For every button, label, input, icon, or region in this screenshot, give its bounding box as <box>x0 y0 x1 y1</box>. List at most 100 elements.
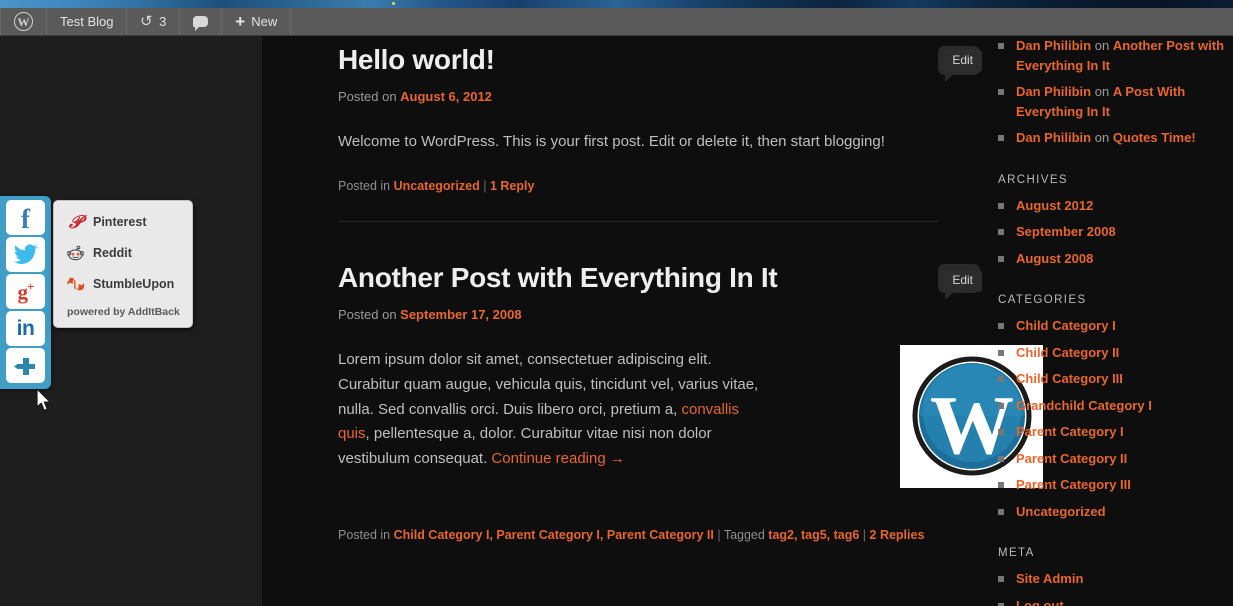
widget-title-meta: Meta <box>998 547 1035 559</box>
comment-post-link[interactable]: Quotes Time! <box>1113 130 1196 145</box>
post-meta: Posted in Uncategorized | 1 Reply Edit <box>338 50 982 193</box>
list-item: September 2008 <box>998 222 1233 242</box>
post-date-link[interactable]: August 6, 2012 <box>400 89 492 104</box>
post-title[interactable]: Hello world! <box>338 36 938 76</box>
wp-admin-bar: W Test Blog ↻ 3 + New <box>0 8 1233 36</box>
sidebar: Dan Philibin on Another Post with Everyt… <box>998 36 1233 606</box>
list-item: Parent Category I <box>998 422 1233 442</box>
category-link[interactable]: Uncategorized <box>394 179 480 193</box>
archive-link[interactable]: August 2008 <box>1016 251 1093 266</box>
category-link[interactable]: Grandchild Category I <box>1016 398 1152 413</box>
edit-post-button[interactable]: Edit <box>943 50 982 72</box>
widget-meta: Meta Site Admin Log out Entries RSS Comm… <box>998 547 1233 606</box>
googleplus-icon: g+ <box>17 279 35 304</box>
category-link[interactable]: Uncategorized <box>1016 504 1106 519</box>
comment-on-label: on <box>1091 130 1113 145</box>
post-date-link[interactable]: September 17, 2008 <box>400 307 521 322</box>
category-link[interactable]: Child Category I <box>1016 318 1116 333</box>
category-link[interactable]: Parent Category III <box>1016 477 1131 492</box>
tagged-label: Tagged <box>723 527 769 542</box>
replies-link[interactable]: 2 Replies <box>870 528 925 542</box>
continue-reading-link[interactable]: Continue reading → <box>491 450 624 467</box>
post-excerpt: Lorem ipsum dolor sit amet, consectetuer… <box>338 348 768 472</box>
flyout-item-reddit[interactable]: Reddit <box>67 244 182 261</box>
replies-link[interactable]: 1 Reply <box>490 179 534 193</box>
comment-on-label: on <box>1091 84 1113 99</box>
flyout-item-stumbleupon[interactable]: StumbleUpon <box>67 275 182 292</box>
share-googleplus-button[interactable]: g+ <box>6 274 45 309</box>
admin-bar-comments[interactable] <box>180 8 223 35</box>
widget-title-categories: Categories <box>998 294 1087 306</box>
posted-in-label: Posted in <box>338 527 394 542</box>
list-item: August 2008 <box>998 249 1233 269</box>
share-twitter-button[interactable] <box>6 237 45 272</box>
categories-list: Child Category I Child Category II Child… <box>998 316 1233 521</box>
tag-link[interactable]: tag2 <box>768 528 794 542</box>
post-another-post: 2 Another Post with Everything In It Pos… <box>338 254 1042 542</box>
page-root: W Test Blog ↻ 3 + New 1 <box>0 0 1233 606</box>
category-link[interactable]: Parent Category II <box>1016 451 1127 466</box>
social-share-rail: f g+ in <box>0 196 51 389</box>
admin-bar-new-content[interactable]: + New <box>222 8 292 35</box>
list-item: Parent Category III <box>998 475 1233 495</box>
post-title[interactable]: Another Post with Everything In It <box>338 254 938 294</box>
page-body: 1 Hello world! Posted on August 6, 2012 … <box>0 36 1233 606</box>
share-linkedin-button[interactable]: in <box>6 311 45 346</box>
list-item: Uncategorized <box>998 502 1233 522</box>
category-link[interactable]: Child Category II <box>1016 345 1119 360</box>
recent-comments-list: Dan Philibin on Another Post with Everyt… <box>998 36 1233 148</box>
comment-on-label: on <box>1091 38 1113 53</box>
updates-count-label: 3 <box>159 14 167 29</box>
list-item: Log out <box>998 596 1233 606</box>
reddit-icon <box>67 244 84 261</box>
post-hello-world: 1 Hello world! Posted on August 6, 2012 … <box>338 36 982 222</box>
wordpress-logo-icon: W <box>14 12 33 31</box>
archive-link[interactable]: August 2012 <box>1016 198 1093 213</box>
linkedin-icon: in <box>16 317 35 340</box>
mouse-cursor <box>36 388 51 411</box>
stumbleupon-icon <box>67 275 84 292</box>
list-item: Dan Philibin on Another Post with Everyt… <box>998 36 1233 75</box>
archive-link[interactable]: September 2008 <box>1016 224 1116 239</box>
category-link[interactable]: Parent Category I <box>496 528 600 542</box>
twitter-icon <box>13 244 38 264</box>
post-divider <box>338 220 938 222</box>
comment-author-link[interactable]: Dan Philibin <box>1016 130 1091 145</box>
tag-link[interactable]: tag6 <box>834 528 860 542</box>
widget-title-archives: Archives <box>998 173 1068 186</box>
pinterest-icon: 𝒫 <box>69 211 82 232</box>
admin-bar-updates[interactable]: ↻ 3 <box>127 8 181 35</box>
comment-bubble-icon <box>193 16 209 31</box>
category-link[interactable]: Child Category III <box>1016 371 1123 386</box>
new-content-label: New <box>251 14 278 29</box>
flyout-item-pinterest[interactable]: 𝒫 Pinterest <box>67 211 182 232</box>
edit-post-button[interactable]: Edit <box>943 269 982 292</box>
header-image-speck <box>392 2 395 5</box>
list-item: Child Category III <box>998 369 1233 389</box>
share-facebook-button[interactable]: f <box>6 200 45 235</box>
comment-author-link[interactable]: Dan Philibin <box>1016 84 1091 99</box>
category-link[interactable]: Parent Category I <box>1016 424 1124 439</box>
category-link[interactable]: Parent Category II <box>607 528 714 542</box>
post-excerpt: Welcome to WordPress. This is your first… <box>338 133 885 151</box>
share-more-flyout: 𝒫 Pinterest Reddit StumbleUpon powered b… <box>53 200 193 328</box>
log-out-link[interactable]: Log out <box>1016 598 1064 606</box>
posted-on-label: Posted on <box>338 307 401 323</box>
post-meta: Posted in Child Category I, Parent Categ… <box>338 269 982 542</box>
share-more-button[interactable] <box>6 348 45 383</box>
primary-content: 1 Hello world! Posted on August 6, 2012 … <box>338 36 1042 542</box>
site-admin-link[interactable]: Site Admin <box>1016 571 1083 586</box>
admin-bar-wordpress-menu[interactable]: W <box>0 8 47 35</box>
facebook-icon: f <box>21 204 30 234</box>
list-item: Parent Category II <box>998 449 1233 469</box>
posted-on-label: Posted on <box>338 89 401 105</box>
list-item: Site Admin <box>998 569 1233 589</box>
meta-list: Site Admin Log out Entries RSS Comments … <box>998 569 1233 606</box>
content-wrapper: 1 Hello world! Posted on August 6, 2012 … <box>262 36 1233 606</box>
list-item: August 2012 <box>998 196 1233 216</box>
admin-bar-site-name[interactable]: Test Blog <box>47 8 128 35</box>
comment-author-link[interactable]: Dan Philibin <box>1016 38 1091 53</box>
widget-recent-comments: Dan Philibin on Another Post with Everyt… <box>998 36 1233 148</box>
category-link[interactable]: Child Category I <box>394 528 490 542</box>
tag-link[interactable]: tag5 <box>801 528 827 542</box>
